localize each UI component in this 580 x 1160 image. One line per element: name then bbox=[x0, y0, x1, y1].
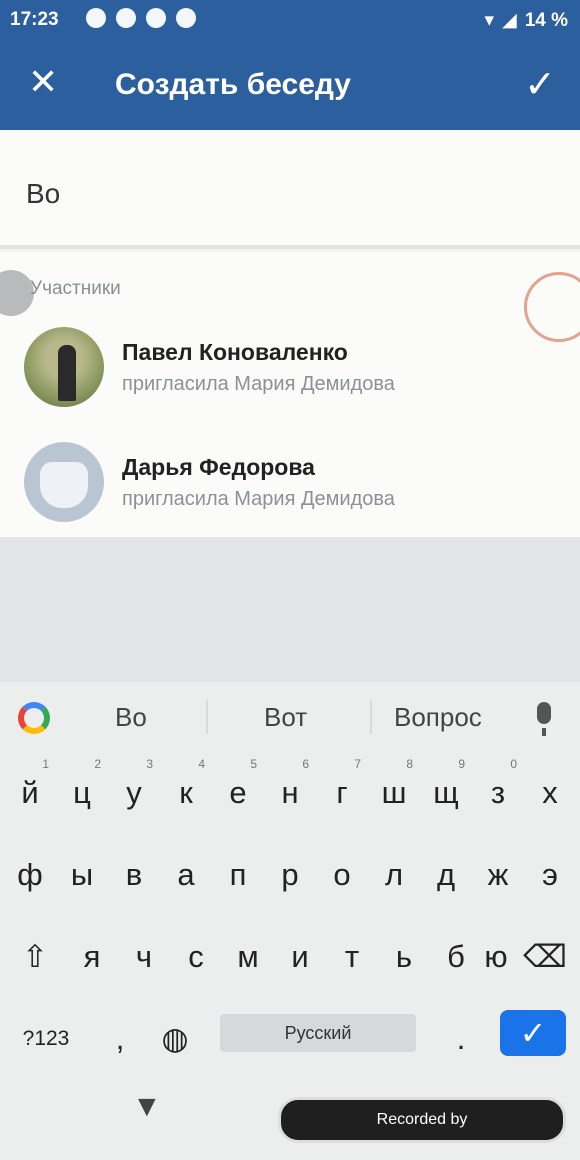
member-subtitle: пригласила Мария Демидова bbox=[122, 373, 395, 395]
key[interactable]: х bbox=[525, 760, 575, 826]
divider bbox=[370, 700, 372, 734]
period-key[interactable]: . bbox=[436, 1006, 486, 1072]
google-icon[interactable] bbox=[18, 702, 50, 734]
key[interactable]: ж bbox=[473, 842, 523, 908]
key[interactable]: к4 bbox=[161, 758, 211, 826]
status-bar: 17:23 ▾ ◢ 14 % bbox=[0, 0, 580, 40]
divider bbox=[206, 700, 208, 734]
key[interactable]: и bbox=[275, 924, 325, 990]
avatar bbox=[24, 442, 104, 522]
key[interactable]: ц2 bbox=[57, 758, 107, 826]
member-name: Дарья Федорова bbox=[122, 454, 315, 480]
key[interactable]: э bbox=[525, 842, 575, 908]
key[interactable]: ф bbox=[5, 842, 55, 908]
suggestion[interactable]: Вот bbox=[264, 702, 307, 733]
key[interactable]: щ9 bbox=[421, 758, 471, 826]
battery-percent: 14 % bbox=[524, 9, 568, 31]
system-icons: ▾ ◢ 14 % bbox=[485, 9, 568, 32]
chat-name-section bbox=[0, 130, 580, 249]
key[interactable]: а bbox=[161, 842, 211, 908]
mic-icon[interactable] bbox=[537, 702, 551, 736]
page-title: Создать беседу bbox=[115, 68, 351, 101]
key[interactable]: у3 bbox=[109, 758, 159, 826]
avatar bbox=[24, 327, 104, 407]
key[interactable]: м bbox=[223, 924, 273, 990]
content-background bbox=[0, 537, 580, 682]
member-subtitle: пригласила Мария Демидова bbox=[122, 488, 395, 510]
keyboard: Во Вот Вопрос й1 ц2 у3 к4 е5 н6 г7 ш8 щ9… bbox=[0, 682, 580, 1070]
suggestion-bar: Во Вот Вопрос bbox=[0, 682, 580, 752]
notification-icon bbox=[86, 8, 106, 28]
globe-icon[interactable]: ◍ bbox=[150, 1006, 200, 1072]
key-row-3: ⇧ я ч с м и т ь б ю ⌫ bbox=[0, 924, 580, 1002]
key[interactable]: й1 bbox=[5, 758, 55, 826]
notification-icon bbox=[146, 8, 166, 28]
members-section: Участники Павел Коноваленко пригласила М… bbox=[0, 252, 580, 537]
key[interactable]: д bbox=[421, 842, 471, 908]
key[interactable]: л bbox=[369, 842, 419, 908]
members-header: Участники bbox=[30, 278, 121, 299]
key[interactable]: ч bbox=[119, 924, 169, 990]
notification-icon bbox=[176, 8, 196, 28]
shift-icon[interactable]: ⇧ bbox=[10, 924, 60, 990]
key[interactable]: ш8 bbox=[369, 758, 419, 826]
key[interactable]: р bbox=[265, 842, 315, 908]
check-icon: ✓ bbox=[519, 1015, 547, 1051]
key[interactable]: ы bbox=[57, 842, 107, 908]
notification-icon bbox=[116, 8, 136, 28]
backspace-icon[interactable]: ⌫ bbox=[520, 924, 570, 990]
member-name: Павел Коноваленко bbox=[122, 339, 348, 365]
key[interactable]: т bbox=[327, 924, 377, 990]
symbols-key[interactable]: ?123 bbox=[16, 1006, 76, 1072]
close-icon[interactable]: ✕ bbox=[28, 64, 58, 100]
key-row-2: ф ы в а п р о л д ж э bbox=[0, 842, 580, 920]
member-row[interactable]: Дарья Федорова пригласила Мария Демидова bbox=[0, 430, 580, 540]
key-row-1: й1 ц2 у3 к4 е5 н6 г7 ш8 щ9 з0 х bbox=[0, 758, 580, 838]
key[interactable]: в bbox=[109, 842, 159, 908]
check-icon[interactable]: ✓ bbox=[524, 62, 556, 107]
key[interactable]: е5 bbox=[213, 758, 263, 826]
space-bar[interactable]: Русский bbox=[220, 1014, 416, 1052]
notification-icons bbox=[86, 8, 196, 28]
suggestion[interactable]: Во bbox=[115, 702, 147, 733]
wifi-icon: ▾ bbox=[484, 10, 495, 31]
chat-name-input[interactable] bbox=[24, 177, 528, 211]
key[interactable]: г7 bbox=[317, 758, 367, 826]
app-bar: ✕ Создать беседу ✓ bbox=[0, 40, 580, 130]
key[interactable]: ь bbox=[379, 924, 429, 990]
key[interactable]: о bbox=[317, 842, 367, 908]
group-avatar-icon bbox=[0, 270, 34, 316]
key[interactable]: я bbox=[67, 924, 117, 990]
comma-key[interactable]: , bbox=[95, 1006, 145, 1072]
key[interactable]: с bbox=[171, 924, 221, 990]
status-time: 17:23 bbox=[10, 9, 59, 30]
back-icon[interactable]: ▼ bbox=[132, 1090, 162, 1124]
key[interactable]: ю bbox=[471, 924, 521, 990]
recorder-badge: Recorded by bbox=[278, 1097, 566, 1143]
key[interactable]: п bbox=[213, 842, 263, 908]
member-row[interactable]: Павел Коноваленко пригласила Мария Демид… bbox=[0, 315, 580, 425]
key[interactable]: з0 bbox=[473, 758, 523, 826]
enter-key[interactable]: ✓ bbox=[500, 1010, 566, 1056]
suggestion[interactable]: Вопрос bbox=[394, 702, 482, 733]
key[interactable]: н6 bbox=[265, 758, 315, 826]
signal-icon: ◢ bbox=[502, 10, 517, 31]
